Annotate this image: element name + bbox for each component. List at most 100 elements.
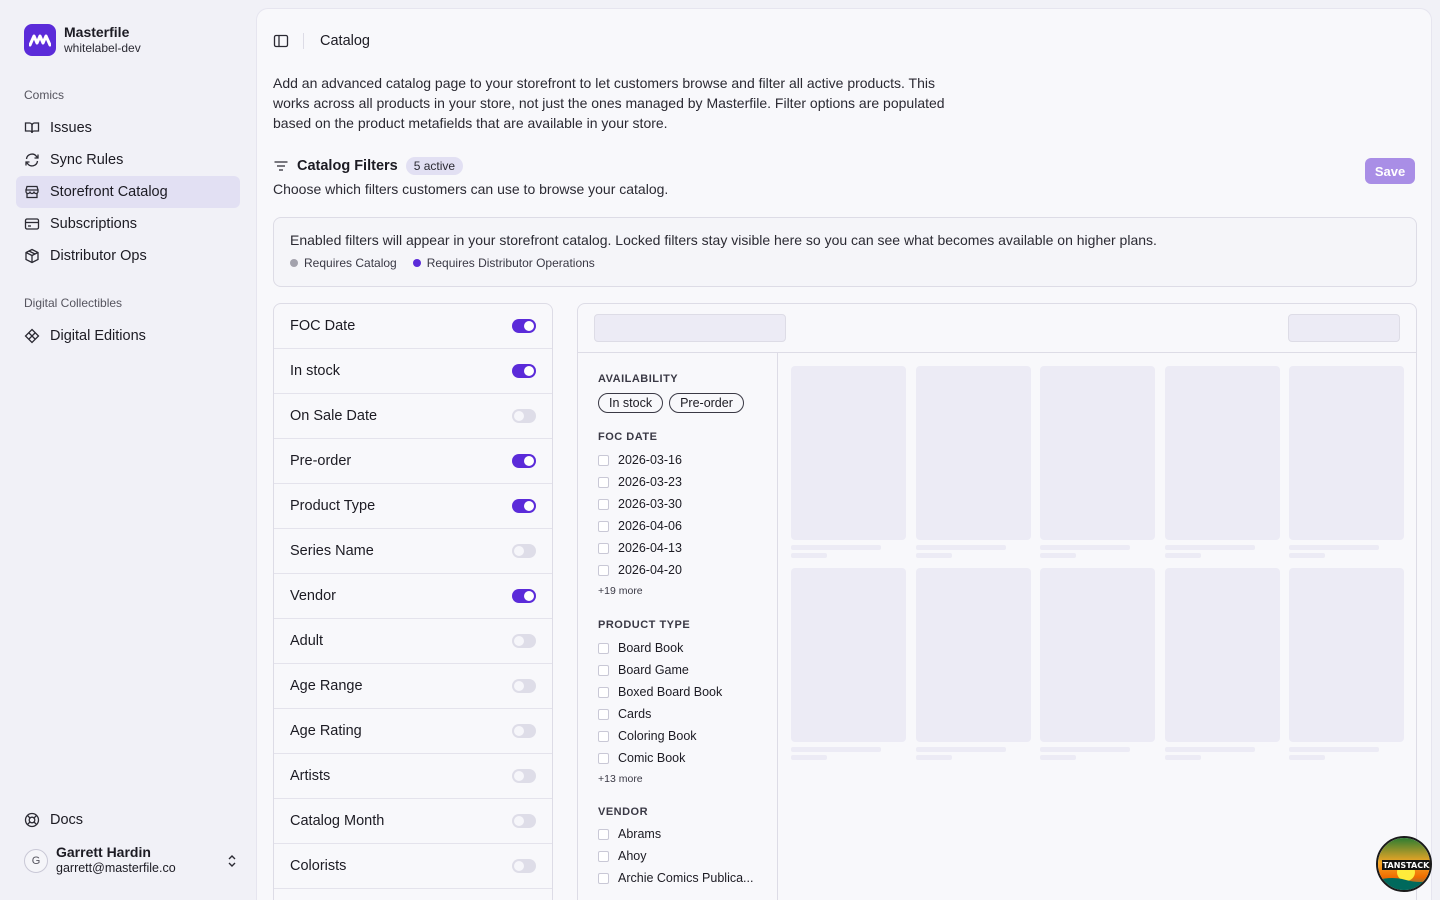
sidebar-item-issues[interactable]: Issues: [16, 112, 240, 144]
checkbox[interactable]: [598, 708, 609, 720]
checkbox-label: Boxed Board Book: [618, 685, 723, 699]
checkbox-option[interactable]: 2026-03-30: [598, 493, 777, 515]
skeleton-line: [915, 755, 952, 760]
checkbox[interactable]: [598, 454, 609, 466]
legend-item: Requires Catalog: [290, 256, 397, 270]
checkbox-option[interactable]: Comic Book: [598, 747, 777, 769]
checkbox-label: Board Book: [618, 641, 684, 655]
filter-lines-icon: [274, 161, 288, 171]
checkbox-option[interactable]: 2026-04-20: [598, 559, 777, 581]
sidebar-item-distributor-ops[interactable]: Distributor Ops: [16, 240, 240, 272]
toggle-vendor[interactable]: [512, 589, 536, 603]
checkbox-option[interactable]: 2026-03-23: [598, 471, 777, 493]
checkbox[interactable]: [598, 686, 609, 698]
checkbox-option[interactable]: Ahoy: [598, 845, 777, 867]
checkbox-option[interactable]: Coloring Book: [598, 725, 777, 747]
chip-pre-order[interactable]: Pre-order: [669, 393, 744, 413]
checkbox[interactable]: [598, 664, 609, 676]
checkbox[interactable]: [598, 850, 609, 862]
filter-row-catalog-month: Catalog Month: [274, 799, 552, 844]
sidebar-item-digital-editions[interactable]: Digital Editions: [16, 320, 240, 352]
package-icon: [25, 248, 39, 264]
foc-date-heading: FOC DATE: [598, 431, 658, 443]
sidebar-toggle-icon[interactable]: [273, 33, 289, 49]
checkbox-option[interactable]: 2026-03-16: [598, 449, 777, 471]
checkbox[interactable]: [598, 730, 609, 742]
checkbox[interactable]: [598, 498, 609, 510]
sidebar-item-label: Subscriptions: [50, 216, 138, 232]
sidebar-item-sync-rules[interactable]: Sync Rules: [16, 144, 240, 176]
checkbox[interactable]: [598, 476, 609, 488]
checkbox[interactable]: [598, 564, 609, 576]
checkbox-option[interactable]: Boxed Board Book: [598, 681, 777, 703]
toggle-pre-order[interactable]: [512, 454, 536, 468]
checkbox-option[interactable]: Board Book: [598, 637, 777, 659]
filter-label: Product Type: [290, 498, 376, 514]
skeleton-line: [791, 747, 881, 752]
skeleton-line: [1040, 553, 1076, 558]
tanstack-devtools-button[interactable]: TANSTACK: [1376, 836, 1432, 892]
filter-label: Age Range: [290, 678, 363, 694]
toggle-product-type[interactable]: [512, 499, 536, 513]
product-card-skeleton: [1164, 366, 1280, 540]
checkbox-option[interactable]: 2026-04-06: [598, 515, 777, 537]
user-menu[interactable]: G Garrett Hardin garrett@masterfile.co: [24, 844, 240, 877]
topbar: Catalog: [273, 29, 370, 53]
checkbox[interactable]: [598, 642, 609, 654]
filter-row-product-type: Product Type: [274, 484, 552, 529]
checkbox[interactable]: [598, 872, 609, 884]
checkbox-label: 2026-03-23: [618, 475, 682, 489]
toggle-colorists[interactable]: [512, 859, 536, 873]
brand-switcher[interactable]: Masterfile whitelabel-dev: [24, 24, 141, 56]
toggle-artists[interactable]: [512, 769, 536, 783]
toggle-knob: [514, 861, 524, 871]
filter-label: Colorists: [290, 858, 347, 874]
toggle-age-rating[interactable]: [512, 724, 536, 738]
skeleton-line: [791, 755, 827, 760]
filter-label: FOC Date: [290, 318, 356, 334]
preview-filter-sidebar: AVAILABILITY In stock Pre-order FOC DATE…: [578, 353, 778, 900]
filter-row-vendor: Vendor: [274, 574, 552, 619]
checkbox[interactable]: [598, 520, 609, 532]
workspace-name: whitelabel-dev: [64, 41, 141, 55]
toggle-age-range[interactable]: [512, 679, 536, 693]
chevrons-up-down-icon: [228, 854, 236, 867]
toggle-adult[interactable]: [512, 634, 536, 648]
toggle-catalog-month[interactable]: [512, 814, 536, 828]
legend-item: Requires Distributor Operations: [412, 256, 595, 270]
skeleton-line: [915, 553, 952, 558]
toggle-foc-date[interactable]: [512, 319, 536, 333]
sidebar-item-subscriptions[interactable]: Subscriptions: [16, 208, 240, 240]
product-type-more-link[interactable]: +13 more: [598, 773, 777, 785]
toggle-series-name[interactable]: [512, 544, 536, 558]
toggle-on-sale-date[interactable]: [512, 409, 536, 423]
chip-in-stock[interactable]: In stock: [598, 393, 664, 413]
foc-more-link[interactable]: +19 more: [598, 585, 777, 597]
filter-row-age-range: Age Range: [274, 664, 552, 709]
sidebar-item-label: Docs: [50, 812, 84, 828]
checkbox[interactable]: [598, 542, 609, 554]
toggle-knob: [514, 636, 524, 646]
checkbox-option[interactable]: Cards: [598, 703, 777, 725]
checkbox-option[interactable]: Abrams: [598, 823, 777, 845]
checkbox[interactable]: [598, 752, 609, 764]
sidebar-item-storefront-catalog[interactable]: Storefront Catalog: [16, 176, 240, 208]
save-button[interactable]: Save: [1365, 158, 1415, 184]
sidebar-item-docs[interactable]: Docs: [16, 804, 240, 836]
checkbox-label: 2026-04-06: [618, 519, 682, 533]
checkbox-option[interactable]: Board Game: [598, 659, 777, 681]
foc-date-options: 2026-03-16 2026-03-23 2026-03-30 2026-04-06…: [598, 449, 777, 581]
checkbox-option[interactable]: 2026-04-13: [598, 537, 777, 559]
filter-row-adult: Adult: [274, 619, 552, 664]
toggle-knob: [514, 546, 524, 556]
skeleton-line: [915, 747, 1006, 752]
filter-row-in-stock: In stock: [274, 349, 552, 394]
skeleton-line: [1164, 747, 1255, 752]
checkbox-label: Ahoy: [618, 849, 647, 863]
masterfile-logo-icon: [24, 24, 56, 56]
checkbox-option[interactable]: Archie Comics Publica...: [598, 867, 777, 889]
catalog-preview: AVAILABILITY In stock Pre-order FOC DATE…: [577, 303, 1417, 900]
toggle-in-stock[interactable]: [512, 364, 536, 378]
checkbox[interactable]: [598, 828, 609, 840]
filter-label: Vendor: [290, 588, 336, 604]
